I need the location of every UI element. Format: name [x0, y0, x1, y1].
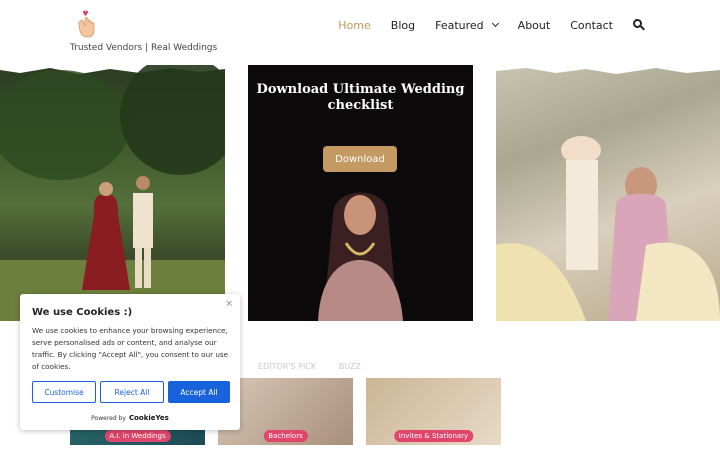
- bride-portrait-illustration: [318, 192, 403, 321]
- cookie-title: We use Cookies :): [32, 307, 133, 318]
- cookie-description: We use cookies to enhance your browsing …: [32, 326, 229, 371]
- nav-about[interactable]: About: [518, 19, 551, 32]
- cookie-actions: Customise Reject All Accept All: [32, 381, 230, 403]
- search-icon[interactable]: [633, 19, 645, 31]
- customise-button[interactable]: Customise: [32, 381, 96, 403]
- nav-blog[interactable]: Blog: [391, 19, 415, 32]
- hero-right-image[interactable]: [496, 65, 720, 321]
- category-tag[interactable]: A.I. in Weddings: [104, 430, 171, 442]
- main-nav: Home Blog Featured About Contact: [318, 17, 645, 33]
- category-tag[interactable]: Invites & Stationary: [393, 430, 474, 442]
- nav-featured[interactable]: Featured: [435, 19, 499, 32]
- hand-heart-icon[interactable]: [74, 9, 98, 39]
- accept-all-button[interactable]: Accept All: [168, 381, 230, 403]
- cookie-banner: × We use Cookies :) We use cookies to en…: [20, 294, 240, 430]
- close-icon[interactable]: ×: [225, 299, 233, 309]
- chevron-down-icon: [491, 19, 499, 28]
- section-tabs: EDITOR'S PICK BUZZ: [258, 362, 381, 371]
- nav-contact[interactable]: Contact: [570, 19, 613, 32]
- site-tagline: Trusted Vendors | Real Weddings: [70, 43, 218, 53]
- reject-all-button[interactable]: Reject All: [100, 381, 164, 403]
- nav-home[interactable]: Home: [338, 19, 370, 32]
- tab-editors-pick[interactable]: EDITOR'S PICK: [258, 362, 316, 371]
- site-header: Trusted Vendors | Real Weddings Home Blo…: [0, 0, 720, 65]
- hero-left-image[interactable]: [0, 65, 225, 321]
- cookieyes-logo[interactable]: CookieYes: [129, 414, 169, 422]
- couple-illustration: [0, 65, 225, 321]
- tab-buzz[interactable]: BUZZ: [339, 362, 361, 371]
- article-card[interactable]: Invites & Stationary: [366, 378, 501, 445]
- category-tag[interactable]: Bachelors: [263, 430, 308, 442]
- cookie-powered-by: Powered by CookieYes: [91, 414, 169, 422]
- download-checklist-panel: Download Ultimate Wedding checklist Down…: [248, 65, 473, 321]
- bride-entry-illustration: [496, 136, 720, 321]
